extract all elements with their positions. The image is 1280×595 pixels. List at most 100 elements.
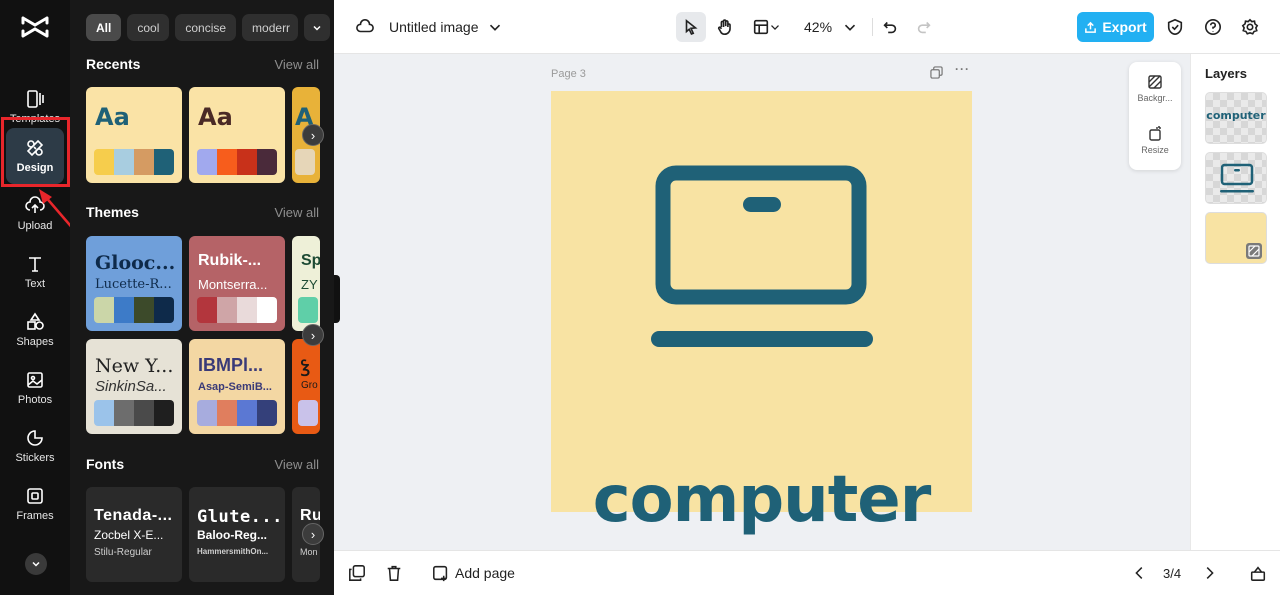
color-swatches — [94, 149, 174, 175]
layer-item-background[interactable] — [1205, 212, 1267, 264]
export-label: Export — [1102, 19, 1147, 35]
theme-card-title: Rubik-... — [198, 252, 262, 269]
font-card-body: Baloo-Reg... — [197, 528, 268, 542]
themes-next-button[interactable]: › — [302, 324, 324, 346]
rail-item-text[interactable]: Text — [6, 244, 64, 300]
protect-button[interactable] — [1164, 16, 1186, 38]
layers-panel: Layers computer — [1190, 54, 1280, 550]
theme-card-title: Ꝣ — [301, 359, 310, 376]
cloud-sync-button[interactable] — [354, 16, 376, 38]
rail-item-photos[interactable]: Photos — [6, 360, 64, 416]
rail-item-stickers[interactable]: Stickers — [6, 418, 64, 474]
rail-item-frames[interactable]: Frames — [6, 476, 64, 532]
theme-card-subtitle: ZY — [301, 277, 318, 292]
export-button[interactable]: Export — [1077, 12, 1154, 42]
pages-panel-button[interactable] — [1249, 564, 1269, 584]
theme-card[interactable]: Rubik-... Montserra... — [189, 236, 285, 331]
undo-button[interactable] — [879, 16, 901, 38]
panel-collapse-handle[interactable] — [334, 275, 340, 323]
stickers-icon — [27, 430, 43, 446]
theme-card[interactable]: New Y... SinkinSa... — [86, 339, 182, 434]
recents-view-all-link[interactable]: View all — [274, 57, 319, 72]
theme-card[interactable]: Ꝣ Gro — [292, 339, 320, 434]
color-swatches — [197, 297, 277, 323]
zoom-level[interactable]: 42% — [804, 19, 832, 35]
background-tool-button[interactable]: Backgr... — [1129, 74, 1181, 103]
duplicate-icon — [349, 565, 365, 581]
color-swatches — [94, 400, 174, 426]
next-page-button[interactable] — [1200, 564, 1220, 584]
duplicate-page-button[interactable] — [348, 564, 368, 584]
chevron-right-icon — [1206, 567, 1214, 579]
more-options-icon[interactable]: ··· — [955, 62, 970, 79]
chevron-down-icon — [771, 25, 779, 30]
layer-item-text[interactable]: computer — [1205, 92, 1267, 144]
capcut-logo-icon[interactable] — [20, 14, 50, 40]
laptop-graphic[interactable] — [551, 91, 972, 512]
font-card[interactable]: Glute... Baloo-Reg... HammersmithOn... — [189, 487, 285, 582]
fonts-next-button[interactable]: › — [302, 523, 324, 545]
layout-menu-button[interactable] — [768, 16, 782, 38]
page-actions: ··· — [930, 62, 970, 79]
chip-cool[interactable]: cool — [127, 14, 170, 41]
page-counter: 3/4 — [1163, 566, 1182, 581]
layer-item-graphic[interactable] — [1205, 152, 1267, 204]
background-icon — [1148, 75, 1162, 89]
recent-card[interactable]: Aa — [86, 87, 182, 183]
hand-tool-button[interactable] — [714, 16, 736, 38]
top-bar: Untitled image 42% Export — [334, 0, 1280, 54]
zoom-menu-button[interactable] — [839, 16, 861, 38]
fonts-view-all-link[interactable]: View all — [274, 457, 319, 472]
recents-next-button[interactable]: › — [302, 124, 324, 146]
resize-tool-button[interactable]: Resize — [1129, 126, 1181, 155]
artboard[interactable]: computer — [551, 91, 972, 537]
add-page-button[interactable] — [432, 564, 452, 584]
artwork-text[interactable]: computer — [551, 463, 972, 537]
theme-card-title: Sp — [301, 252, 320, 269]
chip-modern[interactable]: moderr — [242, 14, 299, 41]
select-tool[interactable] — [680, 16, 702, 38]
settings-button[interactable] — [1239, 16, 1261, 38]
page-label: Page 3 — [551, 68, 586, 80]
delete-page-button[interactable] — [385, 564, 405, 584]
add-page-label[interactable]: Add page — [455, 565, 515, 581]
themes-view-all-link[interactable]: View all — [274, 205, 319, 220]
font-card[interactable]: Tenada-... Zocbel X-E... Stilu-Regular — [86, 487, 182, 582]
theme-card[interactable]: Glooc... Lucette-R... — [86, 236, 182, 331]
color-swatches — [94, 297, 174, 323]
chip-all[interactable]: All — [86, 14, 122, 41]
trash-icon — [387, 565, 401, 581]
theme-card[interactable]: IBMPl... Asap-SemiB... — [189, 339, 285, 434]
left-rail: Templates Design Upload Text Shapes Phot… — [0, 0, 76, 595]
rail-item-label: Stickers — [15, 452, 55, 464]
theme-card[interactable]: Sp ZY — [292, 236, 320, 331]
help-button[interactable] — [1202, 16, 1224, 38]
title-menu-button[interactable] — [484, 16, 506, 38]
previous-page-button[interactable] — [1131, 564, 1151, 584]
fonts-title: Fonts — [86, 456, 125, 472]
bottom-bar: Add page 3/4 — [334, 550, 1280, 595]
redo-button[interactable] — [913, 16, 935, 38]
layer-text-preview: computer — [1206, 109, 1266, 122]
laptop-icon — [1220, 163, 1254, 193]
duplicate-page-icon[interactable] — [930, 66, 943, 79]
chevron-down-icon — [489, 24, 501, 31]
rail-item-label: Photos — [17, 394, 53, 406]
shield-icon — [1167, 18, 1183, 36]
chip-concise[interactable]: concise — [175, 14, 237, 41]
text-icon — [29, 257, 41, 272]
recent-card[interactable]: Aa — [189, 87, 285, 183]
theme-card-subtitle: Gro — [301, 380, 318, 391]
chips-more-button[interactable] — [304, 14, 331, 41]
rail-item-shapes[interactable]: Shapes — [6, 302, 64, 358]
document-title[interactable]: Untitled image — [389, 19, 479, 35]
filter-chips: All cool concise moderr — [86, 14, 331, 41]
rail-more-button[interactable] — [25, 553, 47, 575]
theme-card-title: Glooc... — [95, 252, 176, 274]
floating-toolbar: Backgr... Resize — [1129, 62, 1181, 170]
theme-card-title: New Y... — [95, 355, 174, 377]
layers-title: Layers — [1205, 66, 1247, 81]
frames-icon — [27, 488, 43, 504]
cloud-icon — [356, 19, 374, 33]
theme-card-subtitle: Lucette-R... — [95, 277, 172, 292]
